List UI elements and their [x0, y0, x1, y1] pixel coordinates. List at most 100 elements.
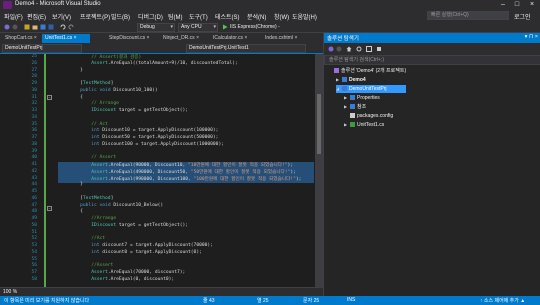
- project-dropdown[interactable]: DemoUnitTestPrj: [2, 44, 82, 53]
- line-number: 40: [31, 155, 37, 161]
- forward-icon[interactable]: [336, 46, 342, 52]
- line-number: 46: [31, 195, 37, 201]
- login-link[interactable]: 로그인: [514, 12, 531, 21]
- solution-tree-item[interactable]: ◢ DemoUnitTestPrj: [336, 85, 406, 93]
- menu-item[interactable]: 팀(M): [168, 12, 183, 21]
- line-number: 51: [31, 229, 37, 235]
- solution-tree-item[interactable]: ▶ Demo4: [336, 76, 476, 84]
- sync-icon[interactable]: [356, 46, 362, 52]
- menu-item[interactable]: 편집(E): [27, 12, 46, 21]
- back-icon[interactable]: [4, 24, 10, 30]
- redo-icon[interactable]: [68, 24, 74, 30]
- status-char: 문자 25: [303, 298, 320, 304]
- properties-icon[interactable]: [376, 46, 382, 52]
- save-all-icon[interactable]: [48, 24, 54, 30]
- chevron-down-icon: ▾: [213, 24, 216, 30]
- line-number: 54: [31, 249, 37, 255]
- scrollbar-thumb[interactable]: [317, 94, 321, 154]
- document-tab-label: UnitTest1.cs: [45, 35, 73, 41]
- menu-item[interactable]: 창(W): [274, 12, 289, 21]
- code-line[interactable]: Assert.AreEqual(0, discount0);: [58, 277, 314, 284]
- fold-toggle[interactable]: −: [47, 95, 52, 100]
- collapse-all-icon[interactable]: [366, 46, 372, 52]
- solution-explorer-toolbar: [324, 43, 540, 55]
- solution-tree-item[interactable]: packages.config: [344, 112, 484, 120]
- line-number: 55: [31, 256, 37, 262]
- menu-bar: 파일(F) 편집(E) 보기(V) 프로젝트(P) 빌드(B) 디버그(D) 팀(M) 도구(…: [0, 10, 540, 21]
- forward-icon[interactable]: [12, 24, 18, 30]
- tree-node-icon: [350, 113, 355, 119]
- solution-tree-item[interactable]: 솔루션 'Demo4' (2개 프로젝트): [328, 67, 468, 75]
- document-tab[interactable]: ICalculator.cs ×: [210, 34, 256, 43]
- solution-tree-item[interactable]: ▶ UnitTest1.cs: [344, 121, 484, 129]
- tree-item-label: 솔루션 'Demo4' (2개 프로젝트): [341, 68, 407, 74]
- document-tab-label: StepDiscount.cs: [109, 35, 146, 41]
- document-tab[interactable]: ShopCart.cs ×: [2, 34, 42, 43]
- zoom-level[interactable]: 100 %: [3, 289, 17, 295]
- line-number: 47: [31, 202, 37, 208]
- line-number: 58: [31, 276, 37, 282]
- close-tab-icon[interactable]: ×: [243, 35, 247, 41]
- editor-scrollbar[interactable]: [315, 54, 323, 287]
- tree-node-icon: [350, 122, 355, 128]
- maximize-button[interactable]: □: [510, 0, 524, 10]
- run-icon[interactable]: [222, 24, 228, 30]
- status-insert-mode: INS: [347, 297, 356, 303]
- document-tab[interactable]: StepDiscount.cs ×: [106, 34, 158, 43]
- line-number: 50: [31, 222, 37, 228]
- toolbar: Debug ▾ Any CPU ▾ IIS Express(Chrome) -: [0, 21, 540, 33]
- line-number: 56: [31, 263, 37, 269]
- line-number: 43: [31, 175, 37, 181]
- quick-launch-input[interactable]: 빠른 실행(Ctrl+Q): [427, 11, 509, 20]
- document-tab[interactable]: UnitTest1.cs ×: [42, 34, 90, 43]
- run-target-button[interactable]: IIS Express(Chrome) -: [230, 24, 280, 30]
- menu-item[interactable]: 디버그(D): [138, 12, 163, 21]
- code-editor[interactable]: 25 26 27 28 29 30 31 32 33 34 35 36 37 38 39 40 41 42 43 44…: [0, 54, 323, 287]
- add-to-source-control-button[interactable]: ↑ 소스 제어에 추가 ▲: [480, 297, 525, 304]
- close-tab-icon[interactable]: ×: [72, 35, 77, 41]
- menu-item[interactable]: 도구(T): [189, 12, 208, 21]
- menu-item[interactable]: 도움말(H): [292, 12, 317, 21]
- minimize-button[interactable]: –: [496, 0, 510, 10]
- undo-icon[interactable]: [60, 24, 66, 30]
- tree-node-icon: [342, 86, 347, 92]
- tree-node-icon: [334, 68, 339, 74]
- close-button[interactable]: ×: [525, 0, 539, 10]
- tree-node-icon: [350, 95, 355, 101]
- menu-item[interactable]: 프로젝트(P): [80, 12, 110, 21]
- solution-tree-item[interactable]: ▶ 참조: [344, 103, 484, 111]
- line-number: 39: [31, 148, 37, 154]
- menu-item[interactable]: 파일(F): [4, 12, 23, 21]
- new-project-icon[interactable]: [24, 24, 30, 30]
- document-tab[interactable]: Ninject_DR.cs ×: [160, 34, 206, 43]
- solution-search-input[interactable]: 솔루션 탐색기 검색(Ctrl+;): [324, 55, 540, 65]
- fold-toggle[interactable]: −: [47, 206, 52, 211]
- document-tab[interactable]: Index.cshtml ×: [262, 34, 306, 43]
- close-tab-icon[interactable]: ×: [145, 35, 150, 41]
- close-tab-icon[interactable]: ×: [33, 35, 37, 41]
- configuration-dropdown[interactable]: Debug ▾: [137, 23, 175, 32]
- line-number: 25: [31, 54, 37, 59]
- line-number: 44: [31, 182, 37, 188]
- tree-item-label: packages.config: [357, 113, 394, 119]
- close-tab-icon[interactable]: ×: [195, 35, 199, 41]
- line-number: 30: [31, 87, 37, 93]
- platform-dropdown[interactable]: Any CPU ▾: [178, 23, 218, 32]
- back-icon[interactable]: [328, 46, 334, 52]
- solution-explorer-title: 솔루션 탐색기: [327, 36, 359, 42]
- solution-tree-item[interactable]: ▶ Properties: [344, 94, 484, 102]
- panel-pin-close-icon[interactable]: ▾ ⊓ ×: [525, 34, 538, 40]
- class-dropdown[interactable]: DemoUnitTestPrj.UnitTest1: [186, 44, 306, 53]
- menu-item[interactable]: 보기(V): [52, 12, 71, 21]
- home-icon[interactable]: [346, 46, 352, 52]
- open-file-icon[interactable]: [32, 24, 38, 30]
- menu-item[interactable]: 테스트(S): [215, 12, 240, 21]
- solution-explorer: 솔루션 탐색기 ▾ ⊓ × 솔루션 탐색기 검색(Ctrl+;) 솔루션 'De…: [323, 33, 540, 296]
- close-tab-icon[interactable]: ×: [293, 35, 297, 41]
- menu-item[interactable]: 분석(N): [247, 12, 266, 21]
- line-number: 26: [31, 60, 37, 66]
- chevron-down-icon: ▾: [170, 24, 173, 30]
- tree-node-icon: [342, 77, 347, 83]
- menu-item[interactable]: 빌드(B): [111, 12, 130, 21]
- save-icon[interactable]: [40, 24, 46, 30]
